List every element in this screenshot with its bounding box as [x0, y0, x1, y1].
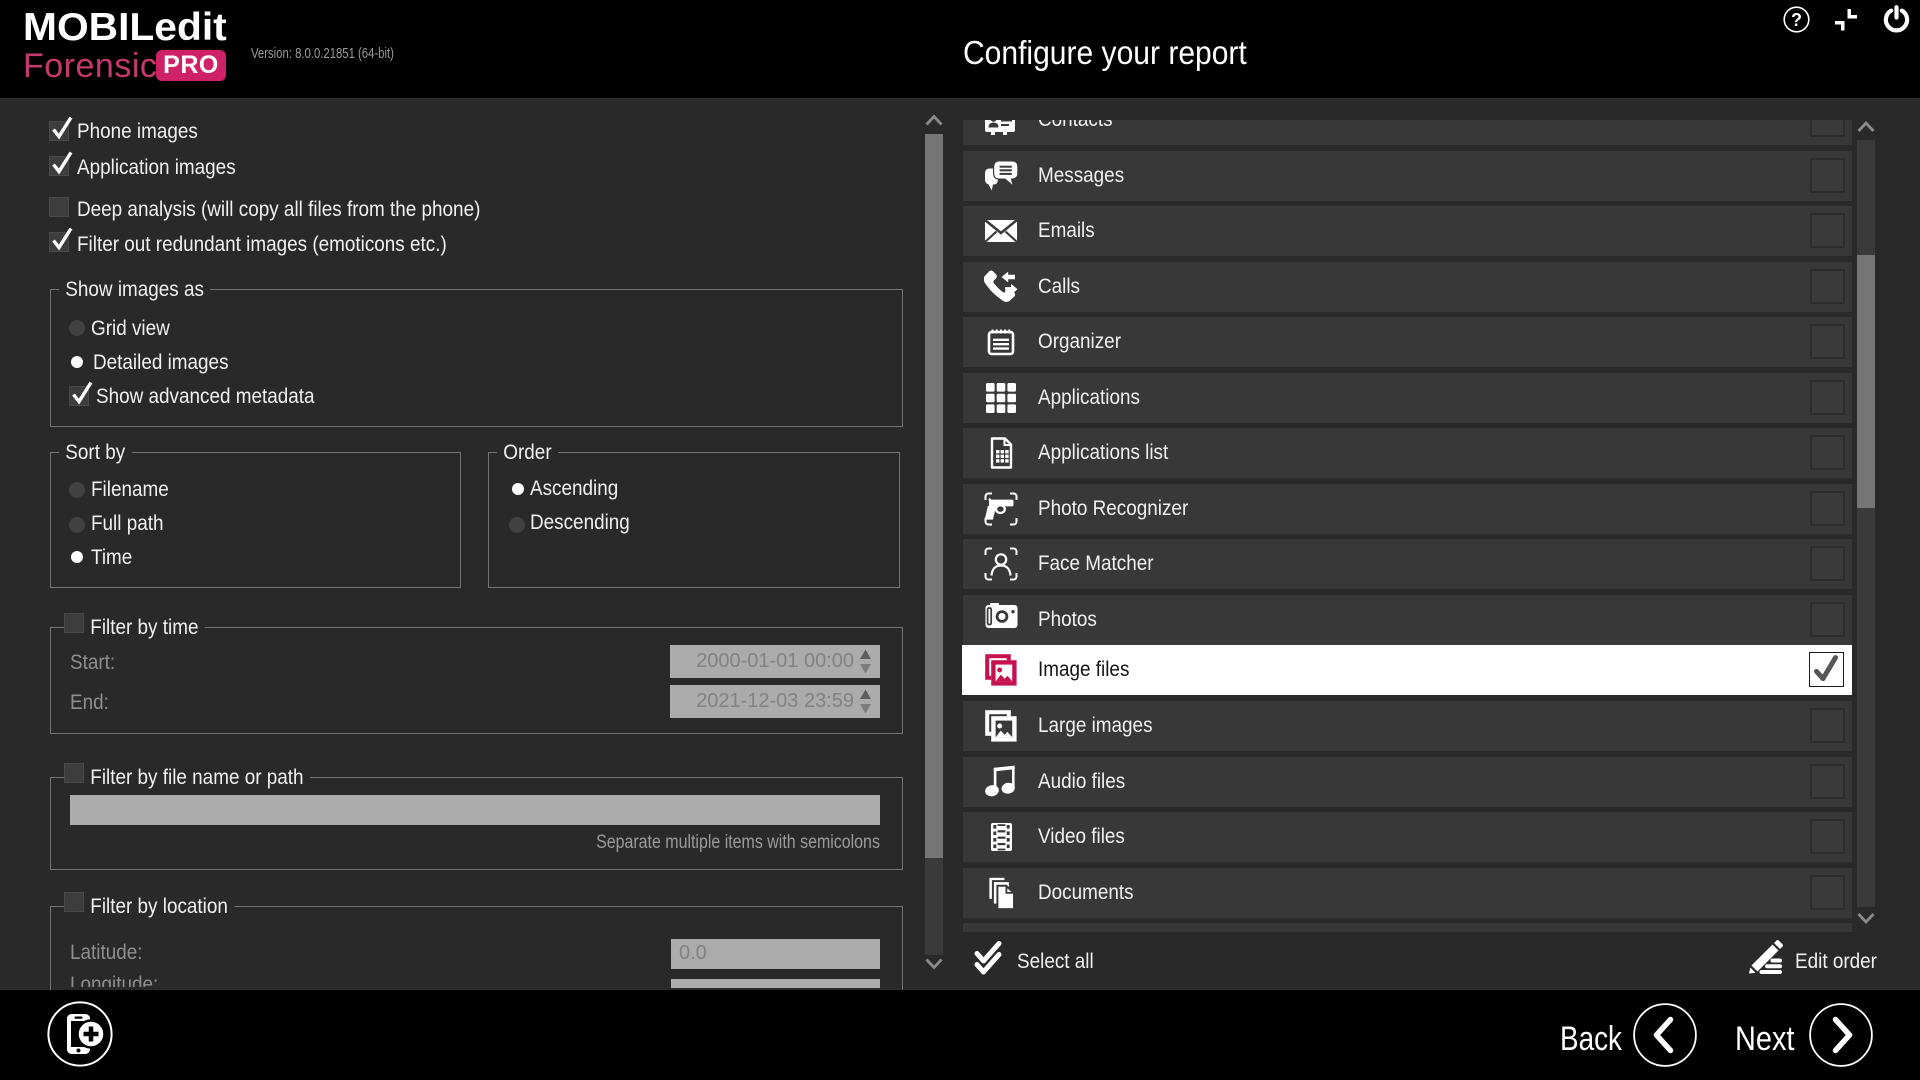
svg-text:?: ?: [1791, 10, 1802, 30]
